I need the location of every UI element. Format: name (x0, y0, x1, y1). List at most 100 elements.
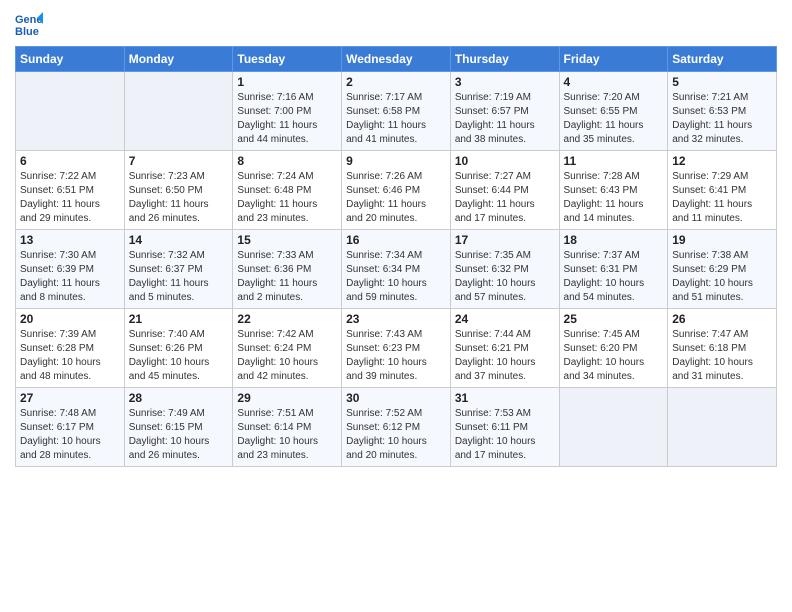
logo-icon: General Blue (15, 10, 43, 38)
day-info: Sunrise: 7:19 AM Sunset: 6:57 PM Dayligh… (455, 91, 555, 147)
day-info: Sunrise: 7:23 AM Sunset: 6:50 PM Dayligh… (129, 170, 229, 226)
calendar-cell: 31 Sunrise: 7:53 AM Sunset: 6:11 PM Dayli… (450, 388, 559, 467)
calendar-cell: 20 Sunrise: 7:39 AM Sunset: 6:28 PM Dayli… (16, 309, 125, 388)
calendar-cell: 2 Sunrise: 7:17 AM Sunset: 6:58 PM Daylig… (342, 72, 451, 151)
calendar-cell: 1 Sunrise: 7:16 AM Sunset: 7:00 PM Daylig… (233, 72, 342, 151)
day-number: 22 (237, 312, 337, 326)
day-info: Sunrise: 7:49 AM Sunset: 6:15 PM Dayligh… (129, 407, 229, 463)
day-info: Sunrise: 7:38 AM Sunset: 6:29 PM Dayligh… (672, 249, 772, 305)
day-info: Sunrise: 7:21 AM Sunset: 6:53 PM Dayligh… (672, 91, 772, 147)
calendar-cell: 26 Sunrise: 7:47 AM Sunset: 6:18 PM Dayli… (668, 309, 777, 388)
day-number: 25 (564, 312, 664, 326)
day-info: Sunrise: 7:45 AM Sunset: 6:20 PM Dayligh… (564, 328, 664, 384)
day-number: 17 (455, 233, 555, 247)
day-number: 5 (672, 75, 772, 89)
page-container: General Blue SundayMondayTuesdayWednesda… (0, 0, 792, 477)
day-info: Sunrise: 7:20 AM Sunset: 6:55 PM Dayligh… (564, 91, 664, 147)
calendar-cell: 6Sunrise: 7:22 AM Sunset: 6:51 PM Daylig… (16, 151, 125, 230)
weekday-header-row: SundayMondayTuesdayWednesdayThursdayFrid… (16, 47, 777, 72)
day-number: 21 (129, 312, 229, 326)
day-number: 18 (564, 233, 664, 247)
header: General Blue (15, 10, 777, 38)
calendar-cell: 10 Sunrise: 7:27 AM Sunset: 6:44 PM Dayli… (450, 151, 559, 230)
day-number: 9 (346, 154, 446, 168)
day-info: Sunrise: 7:48 AM Sunset: 6:17 PM Dayligh… (20, 407, 120, 463)
day-number: 2 (346, 75, 446, 89)
day-info: Sunrise: 7:44 AM Sunset: 6:21 PM Dayligh… (455, 328, 555, 384)
calendar-cell: 11 Sunrise: 7:28 AM Sunset: 6:43 PM Dayli… (559, 151, 668, 230)
day-info: Sunrise: 7:29 AM Sunset: 6:41 PM Dayligh… (672, 170, 772, 226)
day-number: 3 (455, 75, 555, 89)
day-info: Sunrise: 7:24 AM Sunset: 6:48 PM Dayligh… (237, 170, 337, 226)
day-number: 13 (20, 233, 120, 247)
day-info: Sunrise: 7:39 AM Sunset: 6:28 PM Dayligh… (20, 328, 120, 384)
day-info: Sunrise: 7:53 AM Sunset: 6:11 PM Dayligh… (455, 407, 555, 463)
day-info: Sunrise: 7:32 AM Sunset: 6:37 PM Dayligh… (129, 249, 229, 305)
calendar-cell: 5 Sunrise: 7:21 AM Sunset: 6:53 PM Daylig… (668, 72, 777, 151)
calendar-cell (16, 72, 125, 151)
calendar-cell: 17 Sunrise: 7:35 AM Sunset: 6:32 PM Dayli… (450, 230, 559, 309)
day-number: 31 (455, 391, 555, 405)
calendar-week-row: 1 Sunrise: 7:16 AM Sunset: 7:00 PM Daylig… (16, 72, 777, 151)
weekday-header-wednesday: Wednesday (342, 47, 451, 72)
day-number: 14 (129, 233, 229, 247)
weekday-header-monday: Monday (124, 47, 233, 72)
day-info: Sunrise: 7:33 AM Sunset: 6:36 PM Dayligh… (237, 249, 337, 305)
calendar-cell: 29 Sunrise: 7:51 AM Sunset: 6:14 PM Dayli… (233, 388, 342, 467)
weekday-header-tuesday: Tuesday (233, 47, 342, 72)
calendar-cell: 30Sunrise: 7:52 AM Sunset: 6:12 PM Dayli… (342, 388, 451, 467)
day-number: 6 (20, 154, 120, 168)
day-info: Sunrise: 7:16 AM Sunset: 7:00 PM Dayligh… (237, 91, 337, 147)
day-number: 8 (237, 154, 337, 168)
day-number: 19 (672, 233, 772, 247)
svg-text:Blue: Blue (15, 26, 39, 38)
day-number: 10 (455, 154, 555, 168)
day-number: 23 (346, 312, 446, 326)
day-info: Sunrise: 7:27 AM Sunset: 6:44 PM Dayligh… (455, 170, 555, 226)
day-number: 1 (237, 75, 337, 89)
weekday-header-saturday: Saturday (668, 47, 777, 72)
day-number: 24 (455, 312, 555, 326)
day-number: 26 (672, 312, 772, 326)
day-info: Sunrise: 7:51 AM Sunset: 6:14 PM Dayligh… (237, 407, 337, 463)
day-number: 29 (237, 391, 337, 405)
calendar-cell: 16Sunrise: 7:34 AM Sunset: 6:34 PM Dayli… (342, 230, 451, 309)
day-info: Sunrise: 7:35 AM Sunset: 6:32 PM Dayligh… (455, 249, 555, 305)
day-number: 15 (237, 233, 337, 247)
calendar-cell: 18 Sunrise: 7:37 AM Sunset: 6:31 PM Dayli… (559, 230, 668, 309)
calendar-cell: 19 Sunrise: 7:38 AM Sunset: 6:29 PM Dayli… (668, 230, 777, 309)
svg-text:General: General (15, 14, 43, 26)
day-number: 11 (564, 154, 664, 168)
day-number: 27 (20, 391, 120, 405)
calendar-cell: 24 Sunrise: 7:44 AM Sunset: 6:21 PM Dayli… (450, 309, 559, 388)
logo: General Blue (15, 10, 47, 38)
calendar-week-row: 20 Sunrise: 7:39 AM Sunset: 6:28 PM Dayli… (16, 309, 777, 388)
day-number: 7 (129, 154, 229, 168)
day-number: 20 (20, 312, 120, 326)
calendar-cell: 14 Sunrise: 7:32 AM Sunset: 6:37 PM Dayli… (124, 230, 233, 309)
calendar-week-row: 13Sunrise: 7:30 AM Sunset: 6:39 PM Dayli… (16, 230, 777, 309)
calendar-cell: 3 Sunrise: 7:19 AM Sunset: 6:57 PM Daylig… (450, 72, 559, 151)
calendar-cell: 28 Sunrise: 7:49 AM Sunset: 6:15 PM Dayli… (124, 388, 233, 467)
day-info: Sunrise: 7:47 AM Sunset: 6:18 PM Dayligh… (672, 328, 772, 384)
day-number: 12 (672, 154, 772, 168)
calendar-cell: 7 Sunrise: 7:23 AM Sunset: 6:50 PM Daylig… (124, 151, 233, 230)
day-info: Sunrise: 7:28 AM Sunset: 6:43 PM Dayligh… (564, 170, 664, 226)
day-number: 28 (129, 391, 229, 405)
calendar-cell: 9Sunrise: 7:26 AM Sunset: 6:46 PM Daylig… (342, 151, 451, 230)
calendar-cell (559, 388, 668, 467)
calendar-cell: 4 Sunrise: 7:20 AM Sunset: 6:55 PM Daylig… (559, 72, 668, 151)
day-number: 16 (346, 233, 446, 247)
calendar-cell (668, 388, 777, 467)
day-info: Sunrise: 7:17 AM Sunset: 6:58 PM Dayligh… (346, 91, 446, 147)
calendar-cell: 21Sunrise: 7:40 AM Sunset: 6:26 PM Dayli… (124, 309, 233, 388)
day-info: Sunrise: 7:37 AM Sunset: 6:31 PM Dayligh… (564, 249, 664, 305)
calendar-table: SundayMondayTuesdayWednesdayThursdayFrid… (15, 46, 777, 467)
calendar-cell (124, 72, 233, 151)
day-info: Sunrise: 7:43 AM Sunset: 6:23 PM Dayligh… (346, 328, 446, 384)
day-number: 4 (564, 75, 664, 89)
calendar-cell: 12 Sunrise: 7:29 AM Sunset: 6:41 PM Dayli… (668, 151, 777, 230)
weekday-header-friday: Friday (559, 47, 668, 72)
calendar-cell: 27 Sunrise: 7:48 AM Sunset: 6:17 PM Dayli… (16, 388, 125, 467)
calendar-cell: 22Sunrise: 7:42 AM Sunset: 6:24 PM Dayli… (233, 309, 342, 388)
